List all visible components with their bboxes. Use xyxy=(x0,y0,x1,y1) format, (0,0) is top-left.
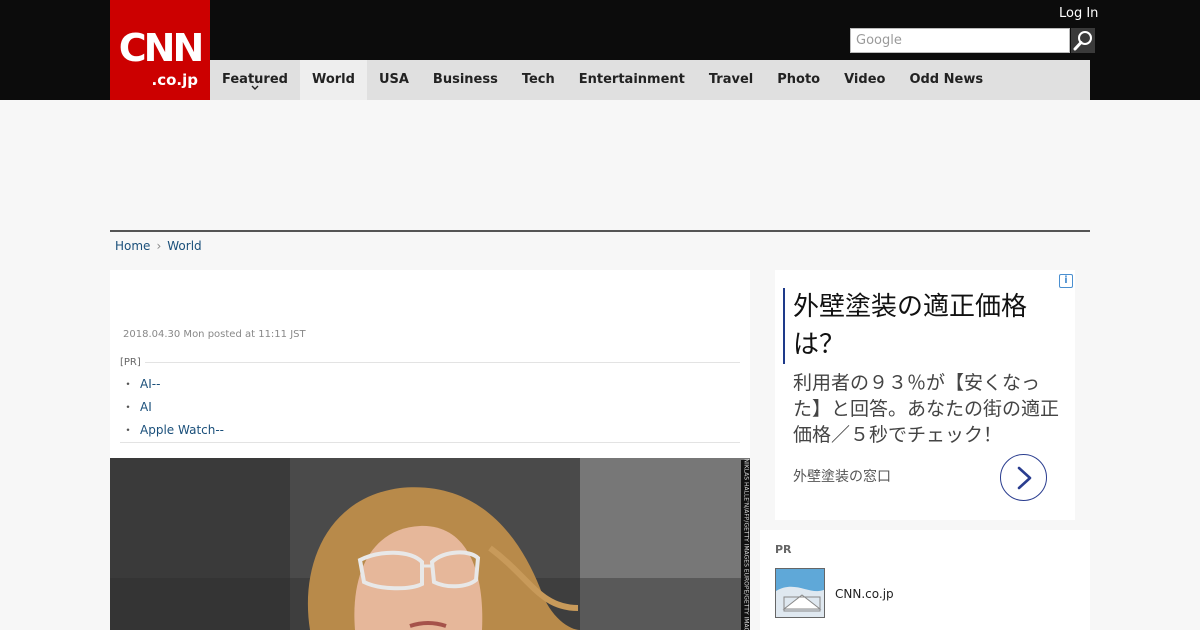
nav-item-label: Video xyxy=(844,72,886,87)
breadcrumb-home[interactable]: Home xyxy=(115,239,150,253)
ad-source: 外壁塗装の窓口 xyxy=(793,469,891,485)
breadcrumb-world[interactable]: World xyxy=(167,239,201,253)
ad-headline[interactable]: 外壁塗装の適正価格は？ xyxy=(793,288,1063,364)
ad-body: 利用者の９３％が【安くなった】と回答。あなたの街の適正価格／５秒でチェック！ xyxy=(793,372,1060,446)
nav-item-label: World xyxy=(311,72,355,87)
ad-arrow-button[interactable] xyxy=(1000,454,1047,501)
nav-item-label: Odd News xyxy=(909,72,984,87)
main-nav: Featured World USA Business Tech Entertainmen… xyxy=(210,60,1090,100)
nav-item-travel[interactable]: Travel xyxy=(697,60,765,100)
pr-widget-label: PR xyxy=(775,543,792,556)
sidebar-ad[interactable]: i 外壁塗装の適正価格は？ 利用者の９３％が【安くなった】と回答。あなたの街の適… xyxy=(775,270,1075,520)
nav-item-label: Business xyxy=(432,72,498,87)
bullet-icon: ・ xyxy=(122,423,135,437)
portrait-illustration xyxy=(110,458,750,630)
list-item[interactable]: ・ AI-- xyxy=(122,373,224,396)
nav-item-tech[interactable]: Tech xyxy=(510,60,567,100)
list-item[interactable]: ・ AI xyxy=(122,396,224,419)
nav-item-label: Tech xyxy=(521,72,555,87)
pr-link[interactable]: AI-- xyxy=(140,377,160,391)
nav-item-label: Entertainment xyxy=(578,72,685,87)
bullet-icon: ・ xyxy=(122,377,135,391)
chevron-right-icon: › xyxy=(156,239,162,253)
search-button[interactable] xyxy=(1071,28,1095,53)
list-item[interactable]: ・ Apple Watch-- xyxy=(122,419,224,442)
nav-item-video[interactable]: Video xyxy=(832,60,897,100)
article-photo: NIKLAS HALLE'N/AFP/GETTY IMAGES EUROPE/G… xyxy=(110,458,750,630)
logo-text: CNN xyxy=(118,26,205,70)
pr-link[interactable]: Apple Watch-- xyxy=(140,423,224,437)
search-icon xyxy=(1073,31,1092,51)
nav-item-label: USA xyxy=(378,72,409,87)
login-link[interactable]: Log In xyxy=(1059,5,1098,23)
info-icon[interactable]: i xyxy=(1059,274,1073,288)
nav-item-label: Travel xyxy=(708,72,754,87)
pr-item-title[interactable]: CNN.co.jp xyxy=(835,587,894,601)
pr-thumbnail[interactable] xyxy=(775,568,825,618)
chevron-right-icon xyxy=(1017,466,1032,490)
pr-link[interactable]: AI xyxy=(140,400,152,414)
logo-domain: .co.jp xyxy=(151,71,198,89)
nav-item-world[interactable]: World xyxy=(299,60,367,100)
pr-links-box: [PR] ・ AI-- ・ AI ・ Apple Watch-- xyxy=(120,357,740,443)
nav-item-photo[interactable]: Photo xyxy=(765,60,832,100)
cnn-logo[interactable]: CNN .co.jp xyxy=(110,0,210,100)
ad-accent-bar xyxy=(783,288,785,364)
photo-credit: NIKLAS HALLE'N/AFP/GETTY IMAGES EUROPE/G… xyxy=(741,458,750,630)
section-divider xyxy=(110,230,1090,232)
search-input[interactable] xyxy=(850,28,1070,53)
pr-widget: PR CNN.co.jp xyxy=(760,530,1090,630)
envelope-icon xyxy=(776,569,824,617)
nav-item-usa[interactable]: USA xyxy=(367,60,421,100)
nav-item-business[interactable]: Business xyxy=(421,60,510,100)
chevron-down-icon xyxy=(251,85,259,90)
article-card: 2018.04.30 Mon posted at 11:11 JST [PR] … xyxy=(110,270,750,630)
nav-item-entertainment[interactable]: Entertainment xyxy=(567,60,697,100)
pr-label: [PR] xyxy=(120,357,145,368)
breadcrumb: Home › World xyxy=(115,237,202,255)
posted-timestamp: 2018.04.30 Mon posted at 11:11 JST xyxy=(123,329,306,340)
nav-item-odd-news[interactable]: Odd News xyxy=(897,60,995,100)
pr-link-list: ・ AI-- ・ AI ・ Apple Watch-- xyxy=(122,373,224,442)
bullet-icon: ・ xyxy=(122,400,135,414)
nav-item-featured[interactable]: Featured xyxy=(210,60,300,100)
nav-item-label: Photo xyxy=(777,72,821,87)
